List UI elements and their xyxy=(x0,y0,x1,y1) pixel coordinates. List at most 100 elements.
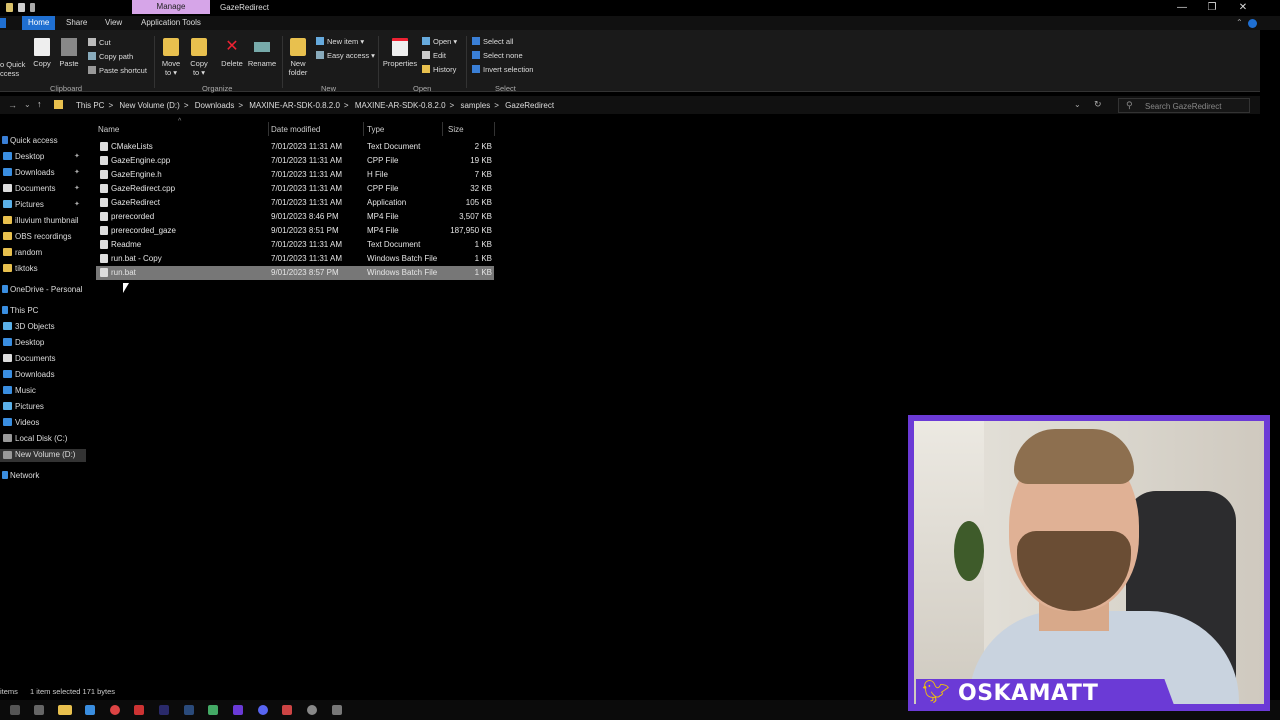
new-item-button[interactable]: New item ▾ xyxy=(316,37,364,46)
table-row[interactable]: GazeRedirect 7/01/2023 11:31 AM Applicatio… xyxy=(96,196,494,210)
column-header-name[interactable]: Name xyxy=(98,125,119,134)
nav-quick-pictures[interactable]: Pictures xyxy=(3,200,44,209)
properties-button[interactable]: Properties xyxy=(382,38,418,68)
crumb-separator[interactable]: > xyxy=(344,101,349,110)
nav-pc-downloads[interactable]: Downloads xyxy=(3,370,55,379)
paste-shortcut-button[interactable]: Paste shortcut xyxy=(88,66,147,75)
edit-button[interactable]: Edit xyxy=(422,51,446,60)
crumb-separator[interactable]: > xyxy=(108,101,113,110)
app-icon[interactable] xyxy=(282,705,292,715)
nav-quick-documents[interactable]: Documents xyxy=(3,184,55,193)
column-divider[interactable] xyxy=(363,122,364,136)
search-icon[interactable] xyxy=(10,705,20,715)
crumb-separator[interactable]: > xyxy=(238,101,243,110)
nav-quick-tiktoks[interactable]: tiktoks xyxy=(3,264,38,273)
app-icon[interactable] xyxy=(134,705,144,715)
file-tab[interactable] xyxy=(0,18,6,28)
up-arrow-icon[interactable]: ↑ xyxy=(37,99,42,109)
nav-pc-videos[interactable]: Videos xyxy=(3,418,39,427)
discord-icon[interactable] xyxy=(258,705,268,715)
column-header-size[interactable]: Size xyxy=(448,125,464,134)
nav-quick-illuvium[interactable]: illuvium thumbnail xyxy=(3,216,79,225)
tab-share[interactable]: Share xyxy=(66,18,87,27)
table-row[interactable]: GazeEngine.h 7/01/2023 11:31 AM H File 7 KB xyxy=(96,168,494,182)
copy-to-button[interactable]: Copy to ▾ xyxy=(188,38,210,77)
table-row[interactable]: Readme 7/01/2023 11:31 AM Text Document 1 K… xyxy=(96,238,494,252)
table-row[interactable]: prerecorded_gaze 9/01/2023 8:51 PM MP4 Fil… xyxy=(96,224,494,238)
open-button[interactable]: Open ▾ xyxy=(422,37,457,46)
column-divider[interactable] xyxy=(494,122,495,136)
chrome-icon[interactable] xyxy=(110,705,120,715)
recent-locations-chevron-icon[interactable]: ⌄ xyxy=(24,100,31,109)
refresh-icon[interactable]: ↻ xyxy=(1094,99,1102,110)
crumb-maxine-2[interactable]: MAXINE-AR-SDK-0.8.2.0 xyxy=(355,101,446,110)
minimize-button[interactable]: — xyxy=(1175,2,1189,13)
nav-quick-downloads[interactable]: Downloads xyxy=(3,168,55,177)
search-input[interactable]: Search GazeRedirect xyxy=(1118,98,1250,113)
pin-icon[interactable]: ✦ xyxy=(74,168,80,176)
task-view-icon[interactable] xyxy=(34,705,44,715)
copy-button[interactable]: Copy xyxy=(32,38,52,68)
file-explorer-icon[interactable] xyxy=(58,705,72,715)
crumb-separator[interactable]: > xyxy=(184,101,189,110)
photoshop-icon[interactable] xyxy=(184,705,194,715)
pin-icon[interactable]: ✦ xyxy=(74,184,80,192)
crumb-separator[interactable]: > xyxy=(450,101,455,110)
column-header-date[interactable]: Date modified xyxy=(271,125,320,134)
move-to-button[interactable]: Move to ▾ xyxy=(160,38,182,77)
table-row[interactable]: prerecorded 9/01/2023 8:46 PM MP4 File 3,50… xyxy=(96,210,494,224)
maximize-button[interactable]: ❐ xyxy=(1205,2,1219,13)
premiere-icon[interactable] xyxy=(159,705,169,715)
table-row[interactable]: GazeRedirect.cpp 7/01/2023 11:31 AM CPP Fi… xyxy=(96,182,494,196)
nav-pc-new-volume[interactable]: New Volume (D:) xyxy=(0,449,86,462)
back-arrow-icon[interactable]: → xyxy=(8,100,17,110)
nav-quick-access[interactable]: Quick access xyxy=(2,136,58,145)
tab-home[interactable]: Home xyxy=(22,16,56,30)
collapse-ribbon-icon[interactable]: ⌃ xyxy=(1236,18,1243,27)
nav-pc-pictures[interactable]: Pictures xyxy=(3,402,44,411)
select-all-button[interactable]: Select all xyxy=(472,37,513,46)
mail-icon[interactable] xyxy=(85,705,95,715)
app-icon[interactable] xyxy=(332,705,342,715)
crumb-downloads[interactable]: Downloads xyxy=(195,101,235,110)
table-row[interactable]: CMakeLists 7/01/2023 11:31 AM Text Documen… xyxy=(96,140,494,154)
nav-this-pc[interactable]: This PC xyxy=(2,306,38,315)
new-folder-button[interactable]: New folder xyxy=(286,38,310,77)
pin-icon[interactable]: ✦ xyxy=(74,200,80,208)
nav-pc-documents[interactable]: Documents xyxy=(3,354,55,363)
crumb-separator[interactable]: > xyxy=(494,101,499,110)
tab-application-tools[interactable]: Application Tools xyxy=(141,18,201,27)
app-icon[interactable] xyxy=(208,705,218,715)
pin-to-quick-access-button[interactable]: o Quick ccess xyxy=(0,60,28,78)
close-button[interactable]: ✕ xyxy=(1236,2,1250,13)
help-icon[interactable] xyxy=(1248,19,1257,28)
column-divider[interactable] xyxy=(442,122,443,136)
nav-pc-music[interactable]: Music xyxy=(3,386,36,395)
quick-save-icon[interactable] xyxy=(18,3,25,12)
column-header-type[interactable]: Type xyxy=(367,125,384,134)
nav-pc-desktop[interactable]: Desktop xyxy=(3,338,44,347)
nav-pc-3d-objects[interactable]: 3D Objects xyxy=(3,322,55,331)
address-dropdown-chevron-icon[interactable]: ⌄ xyxy=(1074,100,1081,109)
history-button[interactable]: History xyxy=(422,65,456,74)
crumb-this-pc[interactable]: This PC xyxy=(76,101,104,110)
invert-selection-button[interactable]: Invert selection xyxy=(472,65,533,74)
tab-view[interactable]: View xyxy=(105,18,122,27)
crumb-maxine-1[interactable]: MAXINE-AR-SDK-0.8.2.0 xyxy=(249,101,340,110)
cut-button[interactable]: Cut xyxy=(88,38,111,47)
pin-icon[interactable]: ✦ xyxy=(74,152,80,160)
paste-button[interactable]: Paste xyxy=(58,38,80,68)
table-row[interactable]: GazeEngine.cpp 7/01/2023 11:31 AM CPP File… xyxy=(96,154,494,168)
nav-quick-desktop[interactable]: Desktop xyxy=(3,152,44,161)
nav-pc-local-disk[interactable]: Local Disk (C:) xyxy=(3,434,67,443)
settings-icon[interactable] xyxy=(307,705,317,715)
nav-quick-obs[interactable]: OBS recordings xyxy=(3,232,71,241)
crumb-samples[interactable]: samples xyxy=(460,101,490,110)
copy-path-button[interactable]: Copy path xyxy=(88,52,133,61)
select-none-button[interactable]: Select none xyxy=(472,51,523,60)
rename-button[interactable]: Rename xyxy=(247,38,277,68)
table-row[interactable]: run.bat 9/01/2023 8:57 PM Windows Batch Fi… xyxy=(96,266,494,280)
nav-onedrive[interactable]: OneDrive - Personal xyxy=(2,285,82,294)
breadcrumb[interactable]: This PC > New Volume (D:) > Downloads > MAX… xyxy=(76,101,558,110)
column-divider[interactable] xyxy=(268,122,269,136)
